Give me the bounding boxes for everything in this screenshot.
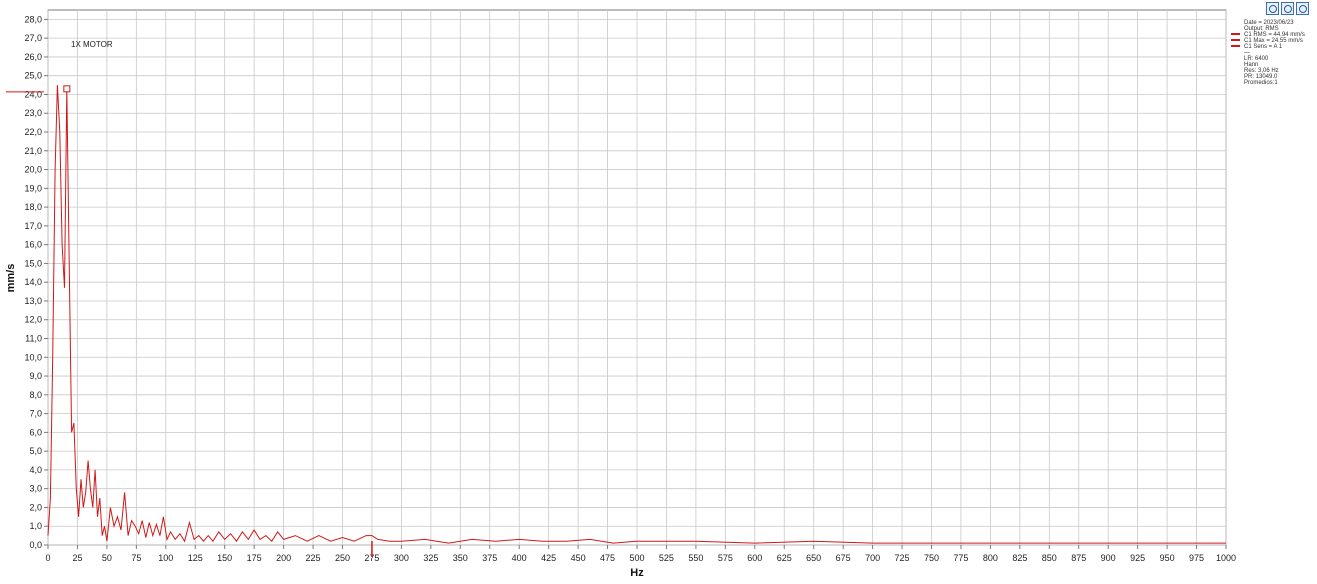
x-tick-label: 475 [600,553,615,563]
legend-entry: C1 Sens = A 1 [1231,44,1283,50]
y-tick-label: 0,0 [29,540,42,550]
y-tick-label: 20,0 [24,165,42,175]
x-tick-label: 1000 [1216,553,1236,563]
x-tick-label: 975 [1189,553,1204,563]
x-tick-label: 150 [217,553,232,563]
y-tick-label: 27,0 [24,33,42,43]
x-tick-label: 25 [72,553,82,563]
y-tick-label: 15,0 [24,258,42,268]
x-axis-ticks: 0 25 50 75 100 125 150 175 200 225 250 275 300 325 350… [45,545,1236,563]
x-tick-label: 675 [836,553,851,563]
y-tick-label: 25,0 [24,71,42,81]
x-tick-label: 300 [394,553,409,563]
x-tick-label: 125 [188,553,203,563]
x-tick-label: 900 [1101,553,1116,563]
x-tick-label: 650 [806,553,821,563]
y-tick-label: 7,0 [29,409,42,419]
x-tick-label: 375 [482,553,497,563]
y-tick-label: 8,0 [29,390,42,400]
y-tick-label: 24,0 [24,89,42,99]
chart-title: 1X MOTOR [71,40,113,49]
y-tick-label: 6,0 [29,427,42,437]
x-tick-label: 825 [1012,553,1027,563]
grid [47,9,1227,546]
x-tick-label: 950 [1160,553,1175,563]
peak-marker [63,85,71,93]
zoom-fit-button[interactable] [1281,2,1294,15]
x-tick-label: 400 [512,553,527,563]
y-tick-label: 10,0 [24,352,42,362]
x-tick-label: 800 [983,553,998,563]
y-tick-label: 11,0 [25,334,42,344]
y-tick-label: 4,0 [29,465,42,475]
x-tick-label: 450 [571,553,586,563]
x-tick-label: 550 [688,553,703,563]
legend-swatch [1231,45,1240,47]
x-tick-label: 750 [924,553,939,563]
y-axis-ticks: 0,0 1,0 2,0 3,0 4,0 5,0 6,0 7,0 8,0 9,0 10,0 11,0 12… [24,14,48,550]
x-tick-label: 700 [865,553,880,563]
y-tick-label: 2,0 [29,502,42,512]
y-tick-label: 12,0 [24,315,42,325]
x-tick-label: 325 [423,553,438,563]
x-tick-label: 225 [306,553,321,563]
y-tick-label: 16,0 [24,240,42,250]
x-tick-label: 50 [102,553,112,563]
y-tick-label: 28,0 [24,14,42,24]
x-axis-title: Hz [630,567,644,579]
legend-swatch [1231,39,1240,41]
x-tick-label: 175 [247,553,262,563]
x-tick-label: 575 [718,553,733,563]
x-tick-label: 775 [953,553,968,563]
x-tick-label: 925 [1130,553,1145,563]
y-tick-label: 3,0 [29,484,42,494]
y-tick-label: 13,0 [24,296,42,306]
y-tick-label: 19,0 [24,183,42,193]
legend-info-line: Promedios:1 [1244,80,1278,86]
y-tick-label: 26,0 [24,52,42,62]
x-tick-label: 350 [453,553,468,563]
spectrum-chart: 0,0 1,0 2,0 3,0 4,0 5,0 6,0 7,0 8,0 9,0 10,0 11,0 12… [5,9,1305,579]
y-tick-label: 9,0 [29,371,42,381]
zoom-out-button[interactable] [1296,2,1309,15]
zoom-in-button[interactable] [1266,2,1279,15]
x-tick-label: 200 [276,553,291,563]
y-tick-label: 1,0 [29,521,42,531]
y-tick-label: 18,0 [24,202,42,212]
x-tick-label: 725 [895,553,910,563]
y-tick-label: 23,0 [24,108,42,118]
y-tick-label: 17,0 [24,221,42,231]
x-tick-label: 0 [45,553,50,563]
x-tick-label: 600 [747,553,762,563]
x-tick-label: 100 [158,553,173,563]
x-tick-label: 500 [629,553,644,563]
x-tick-label: 75 [131,553,141,563]
y-tick-label: 22,0 [24,127,42,137]
legend-swatch [1231,33,1240,35]
x-tick-label: 875 [1071,553,1086,563]
y-tick-label: 5,0 [29,446,42,456]
legend: Date = 2023/06/23 Output: RMS C1 RMS = 4… [1231,20,1305,86]
x-tick-label: 625 [777,553,792,563]
x-tick-label: 850 [1042,553,1057,563]
y-tick-label: 14,0 [24,277,42,287]
x-tick-label: 425 [541,553,556,563]
x-tick-label: 525 [659,553,674,563]
x-tick-label: 250 [335,553,350,563]
y-tick-label: 21,0 [24,146,42,156]
y-axis-title: mm/s [5,264,17,293]
